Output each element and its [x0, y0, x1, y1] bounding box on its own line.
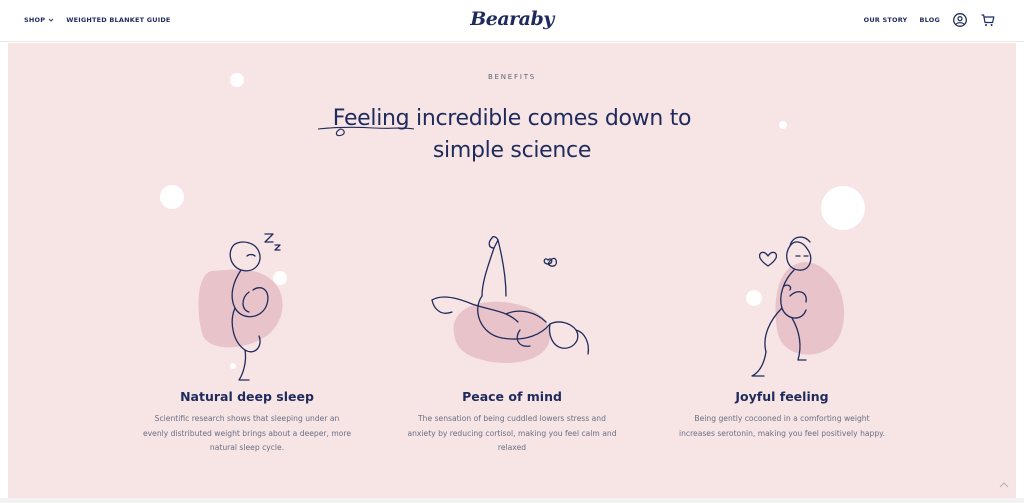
brand-logo[interactable]: Bearaby	[470, 8, 554, 30]
nav-left: SHOP WEIGHTED BLANKET GUIDE	[24, 16, 171, 24]
sleeping-person-illustration	[198, 233, 287, 381]
benefit-title: Peace of mind	[462, 389, 562, 404]
benefit-title: Joyful feeling	[735, 389, 829, 404]
chevron-down-icon	[48, 18, 54, 22]
headline-line-1: Feeling incredible comes down to	[332, 106, 692, 131]
benefits-section: BENEFITS Feeling incredible comes down t…	[8, 43, 1016, 498]
squiggle-underline-icon	[317, 126, 415, 137]
section-bottom-edge	[0, 498, 1024, 503]
nav-shop[interactable]: SHOP	[24, 16, 54, 24]
section-eyebrow: BENEFITS	[487, 73, 537, 81]
cart-icon[interactable]	[980, 12, 996, 28]
nav-right: OUR STORY BLOG	[864, 12, 996, 28]
site-header: SHOP WEIGHTED BLANKET GUIDE Bearaby OUR …	[0, 0, 1024, 42]
nav-weighted-blanket-guide[interactable]: WEIGHTED BLANKET GUIDE	[66, 16, 170, 24]
relaxed-lying-person-illustration	[431, 236, 590, 363]
account-icon[interactable]	[952, 12, 968, 28]
benefit-title: Natural deep sleep	[180, 389, 314, 404]
benefit-description: Being gently cocooned in a comforting we…	[678, 414, 886, 438]
nav-our-story[interactable]: OUR STORY	[864, 16, 908, 24]
benefit-description: The sensation of being cuddled lowers st…	[407, 414, 617, 452]
benefit-description: Scientific research shows that sleeping …	[142, 414, 352, 452]
decorative-bubble	[821, 186, 865, 230]
nav-blog[interactable]: BLOG	[919, 16, 940, 24]
headline-line-2: simple science	[432, 138, 592, 163]
decorative-bubble	[160, 185, 184, 209]
happy-hugging-person-illustration	[746, 236, 845, 377]
section-headline: Feeling incredible comes down to simple …	[8, 103, 1016, 167]
nav-shop-label: SHOP	[24, 16, 46, 24]
chevron-up-icon[interactable]	[998, 480, 1010, 490]
